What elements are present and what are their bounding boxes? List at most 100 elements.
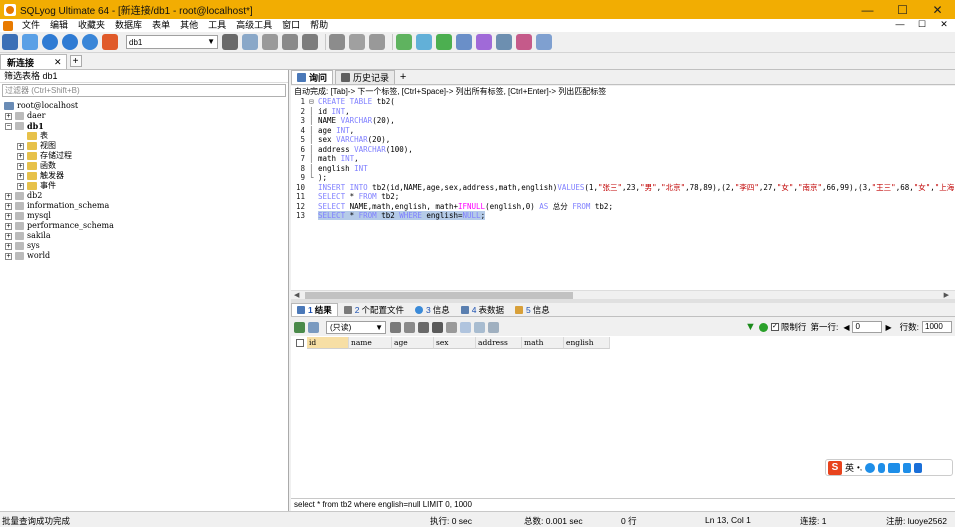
tree-node-database[interactable]: + db2 [5, 191, 42, 201]
mdi-close-button[interactable]: ✕ [933, 19, 955, 30]
tab-messages[interactable]: 3 信息 [410, 303, 455, 316]
select-all-checkbox[interactable] [293, 337, 307, 349]
tree-node-database[interactable]: + sakila [5, 231, 51, 241]
save-icon[interactable] [418, 321, 429, 333]
expand-icon[interactable]: + [5, 192, 12, 200]
backup-icon[interactable] [262, 34, 278, 50]
sogou-logo-icon[interactable]: S [828, 460, 842, 475]
tab-info[interactable]: 5 信息 [510, 303, 555, 316]
add-tab-button[interactable]: + [397, 71, 409, 83]
menu-app-icon[interactable] [3, 20, 13, 31]
column-header[interactable]: sex [434, 337, 476, 349]
refresh-icon[interactable] [446, 321, 457, 333]
limit-checkbox[interactable]: ✓ [770, 323, 779, 331]
minimize-button[interactable]: — [850, 0, 885, 19]
tree-node-folder[interactable]: + 函数 [17, 161, 56, 171]
tab-table-data[interactable]: 4 表数据 [456, 303, 509, 316]
filter-icon[interactable]: ▼ [745, 321, 756, 333]
menu-advanced-tools[interactable]: 高级工具 [231, 19, 277, 32]
tree-node-database[interactable]: + world [5, 251, 50, 261]
column-header[interactable]: id [307, 337, 349, 349]
user-manager-icon[interactable] [222, 34, 238, 50]
tree-node-folder[interactable]: 表 [27, 131, 48, 141]
expand-icon[interactable]: + [5, 252, 12, 260]
query-builder-icon[interactable] [516, 34, 532, 50]
menu-edit[interactable]: 编辑 [45, 19, 73, 32]
new-query-icon[interactable] [22, 34, 38, 50]
tab-profile[interactable]: 2 个配置文件 [339, 303, 409, 316]
tree-node-server[interactable]: root@localhost [4, 101, 78, 111]
expand-icon[interactable]: + [5, 222, 12, 230]
export-icon[interactable] [302, 34, 318, 50]
tree-node-database[interactable]: − db1 [5, 121, 44, 131]
copy-table-icon[interactable] [369, 34, 385, 50]
menu-table[interactable]: 表单 [147, 19, 175, 32]
grid-view-icon[interactable] [294, 321, 305, 333]
expand-icon[interactable]: + [5, 232, 12, 240]
notification-icon[interactable] [496, 34, 512, 50]
database-select[interactable]: db1 ▼ [126, 35, 218, 49]
tree-node-database[interactable]: + information_schema [5, 201, 109, 211]
column-header[interactable]: age [392, 337, 434, 349]
tree-node-database[interactable]: + daer [5, 111, 45, 121]
new-connection-icon[interactable] [2, 34, 18, 50]
tree-node-database[interactable]: + mysql [5, 211, 51, 221]
rows-input[interactable]: 1000 [922, 321, 952, 333]
expand-icon[interactable]: + [17, 182, 24, 190]
emoji-icon[interactable] [865, 462, 876, 473]
close-button[interactable]: ✕ [920, 0, 955, 19]
expand-icon[interactable]: + [17, 142, 24, 150]
tree-node-folder[interactable]: + 触发器 [17, 171, 64, 181]
readonly-select[interactable]: (只读) ▼ [326, 320, 386, 334]
text-mode-icon[interactable] [488, 321, 499, 333]
refresh-icon[interactable] [82, 34, 98, 50]
menu-file[interactable]: 文件 [17, 19, 45, 32]
expand-icon[interactable]: + [17, 152, 24, 160]
menu-database[interactable]: 数据库 [110, 19, 147, 32]
tree-node-database[interactable]: + performance_schema [5, 221, 114, 231]
scrollbar-thumb[interactable] [305, 292, 573, 299]
first-row-input[interactable]: 0 [852, 321, 883, 333]
execute-icon[interactable] [42, 34, 58, 50]
collapse-icon[interactable]: − [5, 122, 12, 130]
connection-tab[interactable]: 新连接 ✕ [0, 54, 67, 69]
punctuation-icon[interactable]: •, [857, 463, 862, 472]
scroll-left-icon[interactable]: ◀ [294, 291, 299, 299]
filter-input[interactable]: 过滤器 (Ctrl+Shift+B) [2, 84, 286, 97]
execute-all-icon[interactable] [62, 34, 78, 50]
mic-icon[interactable] [878, 462, 886, 473]
table-icon[interactable] [349, 34, 365, 50]
skin-icon[interactable] [903, 462, 912, 473]
tab-history[interactable]: 历史记录 [335, 70, 396, 84]
fold-toggle-icon[interactable]: ⊟ [309, 97, 318, 107]
export-icon[interactable] [404, 321, 415, 333]
expand-icon[interactable]: + [5, 212, 12, 220]
expand-icon[interactable]: + [17, 162, 24, 170]
column-header[interactable]: address [476, 337, 522, 349]
menu-other[interactable]: 其他 [175, 19, 203, 32]
tree-node-folder[interactable]: + 存储过程 [17, 151, 72, 161]
tab-result[interactable]: 1 结果 [291, 303, 338, 316]
tab-query[interactable]: 询问 [291, 70, 334, 84]
grid-mode-icon[interactable] [460, 321, 471, 333]
mdi-minimize-button[interactable]: — [889, 19, 911, 30]
view-mode-icon[interactable] [308, 321, 319, 333]
copy-icon[interactable] [390, 321, 401, 333]
scroll-right-icon[interactable]: ▶ [944, 291, 949, 299]
migration-icon[interactable] [456, 34, 472, 50]
maximize-button[interactable]: ☐ [885, 0, 920, 19]
tree-node-folder[interactable]: + 事件 [17, 181, 56, 191]
column-header[interactable]: math [522, 337, 564, 349]
mdi-restore-button[interactable]: ☐ [911, 19, 933, 30]
expand-icon[interactable]: + [17, 172, 24, 180]
sql-editor[interactable]: 1 ⊟ CREATE TABLE tb2( 2 │ id INT, 3 │ NAME VAR… [291, 97, 955, 290]
column-header[interactable]: english [564, 337, 610, 349]
menu-tools[interactable]: 工具 [203, 19, 231, 32]
expand-icon[interactable]: + [5, 242, 12, 250]
expand-icon[interactable]: + [5, 112, 12, 120]
import-icon[interactable] [329, 34, 345, 50]
expand-icon[interactable]: + [5, 202, 12, 210]
tree-node-folder[interactable]: + 视图 [17, 141, 56, 151]
restore-icon[interactable] [282, 34, 298, 50]
ime-language[interactable]: 英 [845, 461, 854, 474]
